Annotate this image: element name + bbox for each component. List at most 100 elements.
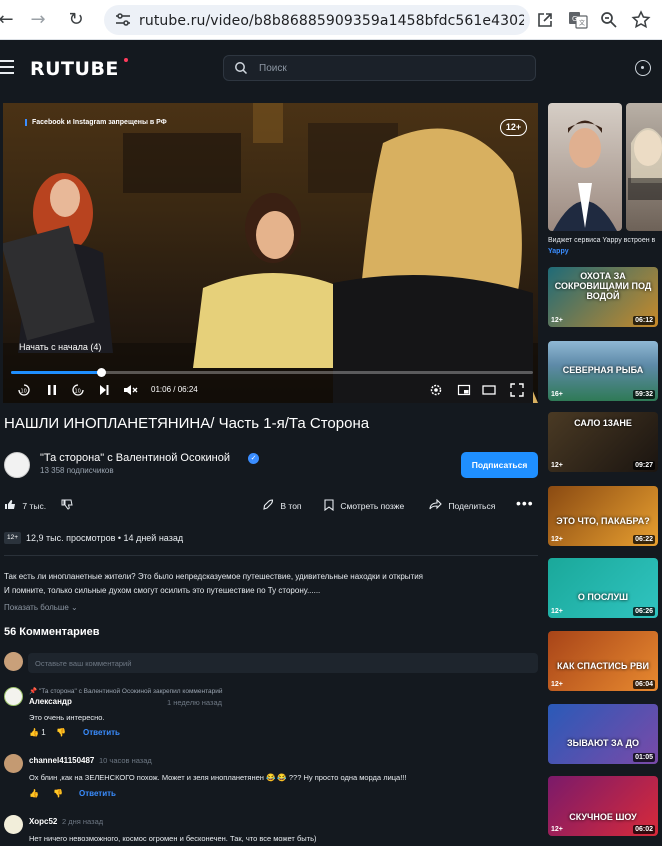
back-icon[interactable]: ← [0, 8, 18, 32]
age-rating-badge: 12+ [500, 119, 527, 136]
video-age-badge: 12+ [4, 532, 21, 544]
picture-in-picture-icon[interactable] [457, 383, 471, 397]
share-button[interactable]: Поделиться [429, 498, 496, 511]
card-age-rating: 12+ [551, 826, 563, 833]
comment-avatar[interactable] [4, 754, 23, 773]
site-settings-icon[interactable] [114, 11, 132, 29]
progress-bar[interactable] [11, 368, 533, 377]
channel-avatar[interactable] [4, 452, 30, 478]
recommended-video-card[interactable]: О ПОСЛУШ 12+ 06:26 [548, 558, 658, 618]
reload-icon[interactable]: ↻ [64, 8, 88, 32]
forward-icon[interactable]: → [26, 8, 50, 32]
comment-author[interactable]: channel41150487 [29, 756, 94, 765]
views-and-date: 12,9 тыс. просмотров • 14 дней назад [26, 533, 184, 543]
card-thumbnail-caption: СЕВЕРНАЯ РЫБА [562, 365, 644, 375]
mute-icon[interactable] [122, 383, 138, 397]
comments-count: 56 Комментариев [4, 626, 100, 638]
open-in-app-icon[interactable] [536, 11, 554, 29]
comment-text: Нет ничего невозможного, космос огромен … [29, 834, 317, 843]
comment-dislike-button[interactable]: 👎 [56, 728, 66, 737]
like-count: 7 тыс. [22, 501, 47, 511]
rutube-logo[interactable]: RUTUBE [30, 58, 119, 80]
progress-handle[interactable] [96, 368, 106, 377]
comment-input[interactable]: Оставьте ваш комментарий [28, 653, 538, 673]
recommended-video-card[interactable]: СЕВЕРНАЯ РЫБА 16+ 59:32 [548, 341, 658, 401]
card-duration: 06:12 [633, 316, 655, 325]
recommended-video-card[interactable]: ЗЫВАЮТ ЗА ДО 01:05 [548, 704, 658, 764]
show-more-link[interactable]: Показать больше ⌄ [4, 603, 78, 612]
recommended-video-card[interactable]: САЛО 13АНЕ 12+ 09:27 [548, 412, 658, 472]
card-duration: 01:05 [633, 753, 655, 762]
subscribe-button[interactable]: Подписаться [461, 452, 538, 478]
comment-like-count: 1 [41, 728, 46, 737]
time-display: 01:06 / 06:24 [151, 385, 198, 394]
more-options-icon[interactable]: ••• [516, 495, 534, 511]
my-avatar [4, 652, 23, 671]
address-bar[interactable]: rutube.ru/video/b8b86885909359a1458bfdc5… [104, 5, 530, 35]
widget-caption: Виджет сервиса Yappy встроен в [548, 237, 656, 244]
reply-button[interactable]: Ответить [83, 728, 120, 737]
to-top-button[interactable]: В топ [262, 499, 302, 511]
recommended-video-card[interactable]: СКУЧНОЕ ШОУ 12+ 06:02 [548, 776, 658, 836]
share-label: Поделиться [448, 501, 496, 511]
pause-icon[interactable] [46, 383, 58, 397]
reply-button[interactable]: Ответить [79, 789, 116, 798]
verified-icon: ✓ [248, 453, 259, 464]
svg-text:文: 文 [579, 19, 585, 27]
card-thumbnail-caption: КАК СПАСТИСЬ РВИ [557, 661, 649, 671]
card-thumbnail-caption: О ПОСЛУШ [577, 592, 629, 602]
theater-mode-icon[interactable] [482, 383, 496, 397]
next-icon[interactable] [98, 383, 110, 397]
video-player[interactable]: Facebook и Instagram запрещены в РФ 12+ … [3, 103, 538, 403]
fullscreen-icon[interactable] [510, 383, 524, 397]
bookmark-star-icon[interactable] [631, 10, 651, 30]
bookmark-icon [324, 499, 334, 512]
rewind-10-icon[interactable]: 10 [17, 383, 31, 397]
like-button[interactable]: 7 тыс. [4, 499, 46, 511]
yappy-widget-video-2[interactable] [626, 103, 662, 231]
card-age-rating: 16+ [551, 391, 563, 398]
card-thumbnail-caption: СКУЧНОЕ ШОУ [569, 812, 637, 822]
recommended-video-card[interactable]: ЭТО ЧТО, ПАКАБРА? 12+ 06:22 [548, 486, 658, 546]
menu-icon[interactable] [0, 60, 14, 74]
svg-text:10: 10 [75, 389, 81, 395]
resume-button[interactable]: Начать с начала (4) [19, 342, 101, 352]
comment-avatar[interactable] [4, 815, 23, 834]
comment-like-button[interactable]: 👍 1 [29, 728, 46, 737]
search-icon[interactable] [234, 61, 248, 75]
comment-author[interactable]: Хорс52 [29, 817, 57, 826]
translate-icon[interactable]: G文 [568, 10, 588, 30]
widget-source[interactable]: Yappy [548, 248, 569, 255]
current-time: 01:06 [151, 385, 172, 394]
thumbs-up-icon [5, 500, 15, 509]
zoom-icon[interactable] [600, 11, 618, 29]
channel-name[interactable]: "Та сторона" с Валентиной Осокиной [40, 452, 230, 464]
comment-time: 2 дня назад [62, 817, 104, 826]
card-age-rating: 12+ [551, 536, 563, 543]
subscriber-count: 13 358 подписчиков [40, 466, 114, 475]
yappy-widget-video-1[interactable] [548, 103, 622, 231]
comment-time: 1 неделю назад [167, 698, 223, 707]
card-age-rating: 12+ [551, 317, 563, 324]
watch-later-button[interactable]: Смотреть позже [324, 499, 404, 512]
recommended-video-card[interactable]: КАК СПАСТИСЬ РВИ 12+ 06:04 [548, 631, 658, 691]
url-text: rutube.ru/video/b8b86885909359a1458bfdc5… [139, 13, 524, 29]
recommended-video-card[interactable]: ОХОТА ЗА СОКРОВИЩАМИ ПОД ВОДОЙ 12+ 06:12 [548, 267, 658, 327]
card-thumbnail-caption: ЗЫВАЮТ ЗА ДО [566, 738, 640, 748]
forward-10-icon[interactable]: 10 [71, 383, 85, 397]
comment-dislike-button[interactable]: 👎 [53, 789, 63, 798]
comment-avatar[interactable] [4, 687, 23, 706]
thumbs-down-icon[interactable] [61, 499, 73, 510]
comment-author[interactable]: Александр [29, 697, 72, 706]
card-duration: 59:32 [633, 390, 655, 399]
search-input[interactable]: Поиск [223, 55, 536, 81]
description-line-1: Так есть ли инопланетные жители? Это был… [4, 572, 424, 581]
pinned-notice: 📌 "Та сторона" с Валентиной Осокиной зак… [29, 688, 223, 695]
upload-icon[interactable] [635, 60, 651, 76]
card-age-rating: 12+ [551, 608, 563, 615]
settings-gear-icon[interactable] [429, 383, 443, 397]
comment-like-button[interactable]: 👍 [29, 789, 39, 798]
description-line-2: И помните, только сильные духом смогут о… [4, 586, 321, 595]
progress-fill [11, 371, 101, 374]
card-age-rating: 12+ [551, 681, 563, 688]
